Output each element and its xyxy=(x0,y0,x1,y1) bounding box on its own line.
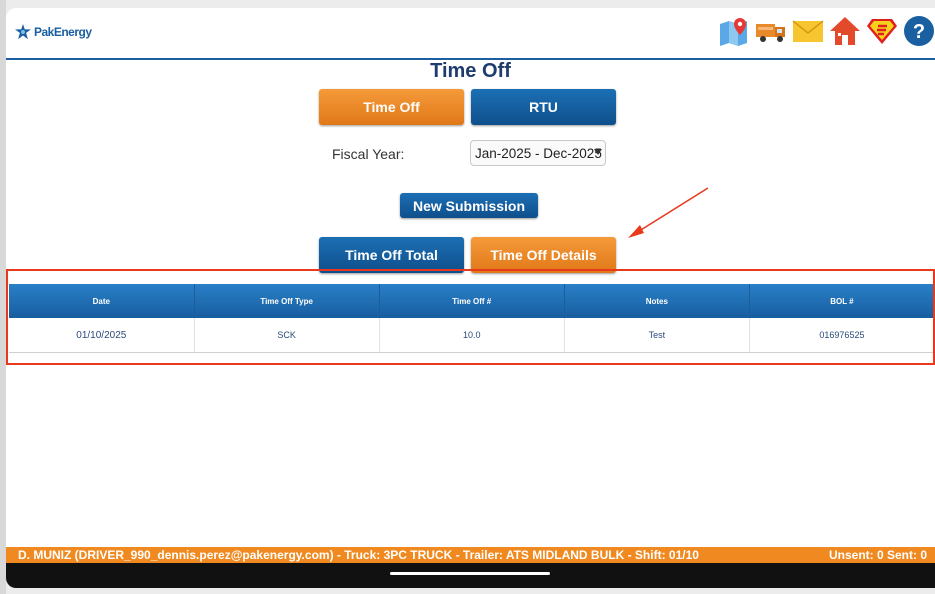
cell-time-off-number: 10.0 xyxy=(379,318,565,353)
chevron-down-icon xyxy=(594,149,602,155)
column-header-time-off-type[interactable]: Time Off Type xyxy=(194,284,380,318)
tab-time-off[interactable]: Time Off xyxy=(319,89,464,125)
tab-rtu[interactable]: RTU xyxy=(471,89,616,125)
cell-notes: Test xyxy=(564,318,750,353)
app-header: PakEnergy ? xyxy=(6,8,935,60)
cell-date: 01/10/2025 xyxy=(9,318,195,353)
time-off-details-table: Date Time Off Type Time Off # Notes BOL … xyxy=(9,284,935,353)
table-header-row: Date Time Off Type Time Off # Notes BOL … xyxy=(9,284,935,318)
page-title: Time Off xyxy=(430,60,511,82)
map-pin-icon[interactable] xyxy=(717,14,750,47)
app-window: PakEnergy ? Time Off Time Off RTU Fiscal… xyxy=(6,8,935,588)
cell-time-off-type: SCK xyxy=(194,318,380,353)
truck-icon[interactable] xyxy=(754,14,787,47)
tab-time-off-details[interactable]: Time Off Details xyxy=(471,237,616,273)
logo-text: PakEnergy xyxy=(34,25,92,39)
home-indicator[interactable] xyxy=(390,572,550,575)
tab-time-off-total[interactable]: Time Off Total xyxy=(319,237,464,273)
fiscal-year-label: Fiscal Year: xyxy=(332,146,405,162)
pakenergy-logo: PakEnergy xyxy=(14,24,92,40)
superman-icon[interactable] xyxy=(865,14,898,47)
status-bar: D. MUNIZ (DRIVER_990_dennis.perez@pakene… xyxy=(6,547,935,563)
help-icon[interactable]: ? xyxy=(902,14,935,47)
system-nav-bar xyxy=(6,563,935,588)
fiscal-year-value: Jan-2025 - Dec-2025 xyxy=(475,145,602,161)
home-icon[interactable] xyxy=(828,14,861,47)
status-driver-info: D. MUNIZ (DRIVER_990_dennis.perez@pakene… xyxy=(18,548,699,562)
annotation-arrow-icon xyxy=(628,187,709,238)
cell-bol: 016976525 xyxy=(749,318,935,353)
new-submission-button[interactable]: New Submission xyxy=(400,193,538,218)
column-header-notes[interactable]: Notes xyxy=(564,284,750,318)
table-row[interactable]: 01/10/2025 SCK 10.0 Test 016976525 xyxy=(9,318,935,353)
column-header-date[interactable]: Date xyxy=(9,284,195,318)
header-icon-bar: ? xyxy=(717,14,935,47)
column-header-bol[interactable]: BOL # xyxy=(749,284,935,318)
fiscal-year-select[interactable]: Jan-2025 - Dec-2025 xyxy=(470,140,606,166)
mail-icon[interactable] xyxy=(791,14,824,47)
logo-star-icon xyxy=(15,24,31,40)
svg-text:?: ? xyxy=(912,21,924,43)
column-header-time-off-number[interactable]: Time Off # xyxy=(379,284,565,318)
status-sync-counts: Unsent: 0 Sent: 0 xyxy=(828,548,927,562)
